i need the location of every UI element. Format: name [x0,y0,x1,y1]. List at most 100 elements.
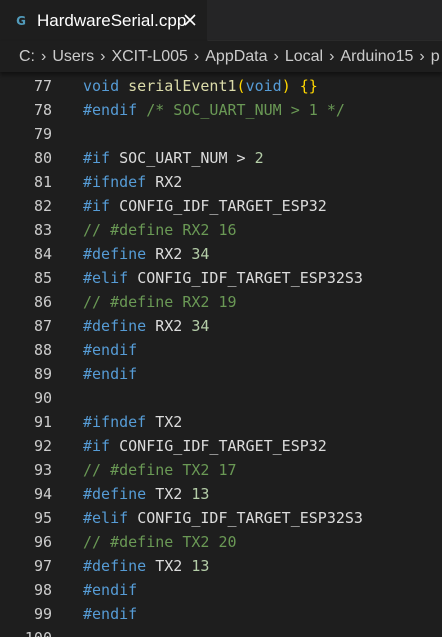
cpp-file-icon: G [13,13,29,29]
code-line[interactable]: 88 #endif [0,338,442,362]
code-text: // #define RX2 19 [83,290,237,314]
code-token: 34 [191,245,210,263]
line-number: 91 [33,413,52,431]
code-editor[interactable]: 77 void serialEvent1(void) {} 78 #endif /* … [0,72,442,637]
svg-text:G: G [16,14,26,28]
line-number: 98 [33,581,52,599]
line-number: 100 [0,626,52,637]
code-token: TX2 [155,557,192,575]
breadcrumb-item[interactable]: Arduino15 [340,48,413,66]
code-token: #ifndef [83,173,156,191]
line-number: 80 [33,149,52,167]
code-token: {} [299,77,318,95]
code-line[interactable]: 92 #if CONFIG_IDF_TARGET_ESP32 [0,434,442,458]
breadcrumb-item[interactable]: Local [285,48,323,66]
code-text: #endif [83,578,137,602]
code-line[interactable]: 100 [0,626,442,637]
code-line[interactable]: 84 #define RX2 34 [0,242,442,266]
line-number: 97 [33,557,52,575]
code-text: #if CONFIG_IDF_TARGET_ESP32 [83,194,327,218]
code-token: TX2 [155,485,192,503]
code-line[interactable]: 91 #ifndef TX2 [0,410,442,434]
code-token: ) [281,77,300,95]
line-number: 78 [33,101,52,119]
line-number: 84 [33,245,52,263]
code-text: #ifndef RX2 [83,170,182,194]
code-token: ( [236,77,246,95]
breadcrumb-item[interactable]: XCIT-L005 [111,48,187,66]
code-line[interactable]: 96 // #define TX2 20 [0,530,442,554]
line-number: 94 [33,485,52,503]
code-token: #endif [83,605,138,623]
code-token: RX2 [155,173,183,191]
code-token: #elif [83,269,138,287]
code-line[interactable]: 93 // #define TX2 17 [0,458,442,482]
code-line[interactable]: 79 [0,122,442,146]
close-tab-button[interactable] [181,11,199,29]
breadcrumb-separator-icon: › [273,47,279,65]
code-line[interactable]: 87 #define RX2 34 [0,314,442,338]
code-line[interactable]: 89 #endif [0,362,442,386]
code-text: void serialEvent1(void) {} [83,74,318,98]
code-text: #if SOC_UART_NUM > 2 [83,146,264,170]
line-number: 92 [33,437,52,455]
breadcrumb-separator-icon: › [41,47,47,65]
code-token: CONFIG_IDF_TARGET_ESP32 [119,197,327,215]
line-number: 88 [33,341,52,359]
code-text: #elif CONFIG_IDF_TARGET_ESP32S3 [83,506,363,530]
code-line[interactable]: 97 #define TX2 13 [0,554,442,578]
code-line[interactable]: 99 #endif [0,602,442,626]
code-token: serialEvent1 [128,77,237,95]
code-token: // #define RX2 19 [83,293,237,311]
code-line[interactable]: 83 // #define RX2 16 [0,218,442,242]
code-token: TX2 [155,413,183,431]
code-text: #endif [83,338,137,362]
breadcrumb-item[interactable]: Users [52,48,94,66]
code-token: #if [83,197,120,215]
code-line[interactable]: 94 #define TX2 13 [0,482,442,506]
code-token: #endif [83,341,138,359]
code-text: #endif [83,362,137,386]
code-text: #define RX2 34 [83,242,209,266]
code-line[interactable]: 82 #if CONFIG_IDF_TARGET_ESP32 [0,194,442,218]
code-token: SOC_UART_NUM > [119,149,255,167]
breadcrumb-separator-icon: › [100,47,106,65]
line-number: 96 [33,533,52,551]
breadcrumb-item[interactable]: AppData [205,48,267,66]
breadcrumb-item[interactable]: C: [19,48,35,66]
code-token: CONFIG_IDF_TARGET_ESP32 [119,437,327,455]
code-text: #endif /* SOC_UART_NUM > 1 */ [83,98,345,122]
line-number: 95 [33,509,52,527]
code-text: #if CONFIG_IDF_TARGET_ESP32 [83,434,327,458]
code-token: #endif [83,581,138,599]
breadcrumb-item[interactable]: p [431,48,440,66]
code-line[interactable]: 98 #endif [0,578,442,602]
code-line[interactable]: 90 [0,386,442,410]
code-text: // #define TX2 17 [83,458,237,482]
code-token: #define [83,245,156,263]
line-number: 79 [33,125,52,143]
code-line[interactable]: 81 #ifndef RX2 [0,170,442,194]
code-token: 13 [191,485,210,503]
code-line[interactable]: 95 #elif CONFIG_IDF_TARGET_ESP32S3 [0,506,442,530]
tab-label: HardwareSerial.cpp [37,10,187,30]
code-token: #if [83,149,120,167]
line-number: 82 [33,197,52,215]
code-text: // #define TX2 20 [83,530,237,554]
code-token: #define [83,557,156,575]
line-number: 99 [33,605,52,623]
code-line[interactable]: 85 #elif CONFIG_IDF_TARGET_ESP32S3 [0,266,442,290]
tab-bar: G HardwareSerial.cpp [0,0,442,41]
line-number: 86 [33,293,52,311]
code-line[interactable]: 86 // #define RX2 19 [0,290,442,314]
code-line[interactable]: 77 void serialEvent1(void) {} [0,74,442,98]
code-line[interactable]: 78 #endif /* SOC_UART_NUM > 1 */ [0,98,442,122]
code-token: #if [83,437,120,455]
code-token: // #define TX2 20 [83,533,237,551]
code-text: // #define RX2 16 [83,218,237,242]
code-line[interactable]: 80 #if SOC_UART_NUM > 2 [0,146,442,170]
tab-hardwareserial-cpp[interactable]: G HardwareSerial.cpp [0,0,208,41]
line-number: 90 [33,389,52,407]
code-token: RX2 [155,317,192,335]
breadcrumb-separator-icon: › [193,47,200,65]
